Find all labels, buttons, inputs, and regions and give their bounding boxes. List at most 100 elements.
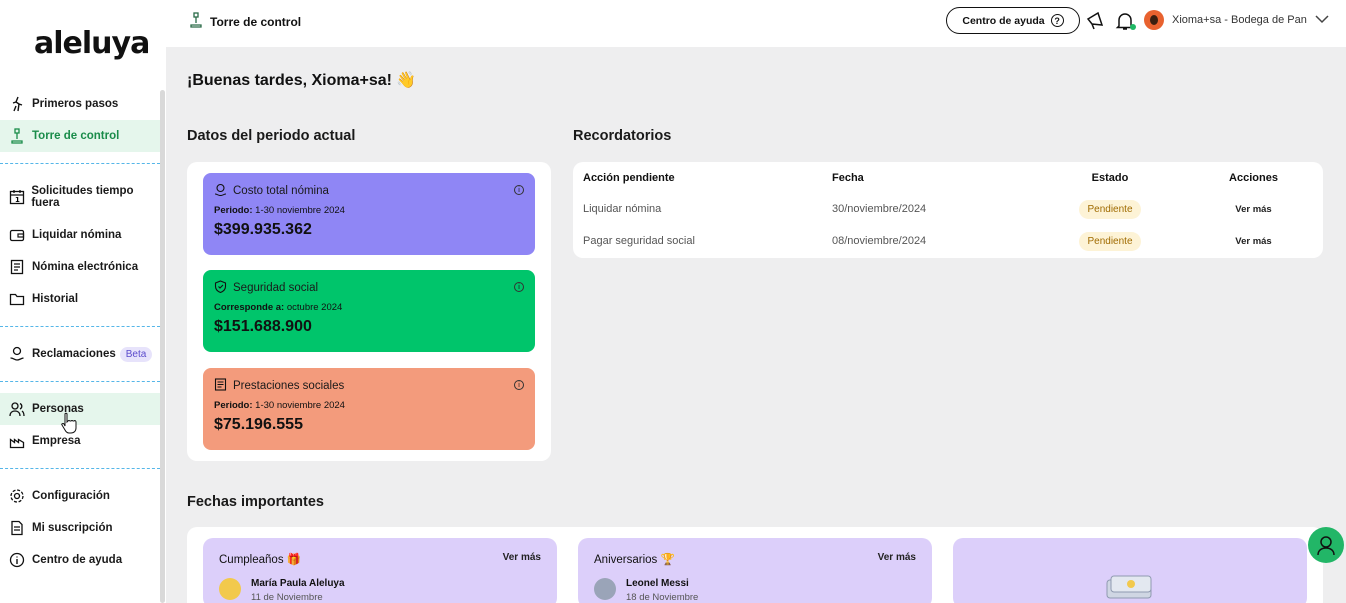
sidebar-item-torre-de-control[interactable]: Torre de control <box>0 120 160 152</box>
megaphone-icon[interactable] <box>1084 9 1108 33</box>
sidebar-item-nomina-electronica[interactable]: Nómina electrónica <box>0 251 160 283</box>
table-row: Pagar seguridad social 08/noviembre/2024… <box>573 225 1323 257</box>
sidebar-item-solicitudes[interactable]: 1 Solicitudes tiempo fuera <box>0 175 160 219</box>
company-name: Xioma+sa - Bodega de Pan <box>1172 14 1307 26</box>
calendar-icon: 1 <box>8 188 25 206</box>
sidebar-item-label: Primeros pasos <box>32 98 119 110</box>
kpi-subtitle: Periodo: 1-30 noviembre 2024 <box>214 205 524 216</box>
kpi-sub-value: 1-30 noviembre 2024 <box>252 400 345 411</box>
avatar <box>219 578 241 600</box>
period-card: Costo total nómina i Periodo: 1-30 novie… <box>187 162 551 461</box>
kpi-title: Seguridad social <box>233 282 319 294</box>
ver-mas-link[interactable]: Ver más <box>878 552 916 566</box>
cell-status: Pendiente <box>1036 193 1174 225</box>
steps-icon <box>8 95 26 113</box>
sidebar-nav: Primeros pasos Torre de control 1 Solici… <box>0 88 160 576</box>
cell-date: 30/noviembre/2024 <box>832 203 927 215</box>
info-icon[interactable]: i <box>514 380 524 390</box>
cell-action: Liquidar nómina <box>583 203 662 215</box>
control-tower-icon <box>188 12 204 31</box>
sidebar-item-mi-suscripcion[interactable]: Mi suscripción <box>0 512 160 544</box>
info-icon[interactable]: i <box>514 185 524 195</box>
kpi-sub-label: Periodo: <box>214 205 253 216</box>
aleluya-logo[interactable]: aleluya <box>34 26 150 61</box>
help-center-label: Centro de ayuda <box>962 14 1045 27</box>
cell-actions: Ver más <box>1174 193 1323 225</box>
column-header: Fecha <box>832 171 864 184</box>
receipt-icon <box>214 378 227 394</box>
person-date: 18 de Noviembre <box>626 592 699 603</box>
person-name: María Paula Aleluya <box>251 578 345 589</box>
document-icon <box>8 519 26 537</box>
table-row: Liquidar nómina 30/noviembre/2024 Pendie… <box>573 193 1323 225</box>
cell-action: Pagar seguridad social <box>583 235 695 247</box>
sidebar-divider <box>0 468 160 469</box>
wallet-icon <box>8 226 26 244</box>
kpi-sub-value: octubre 2024 <box>284 302 343 313</box>
info-icon <box>8 551 26 569</box>
svg-text:1: 1 <box>15 196 20 204</box>
cell-date: 08/noviembre/2024 <box>832 235 927 247</box>
cell-actions: Ver más <box>1174 225 1323 257</box>
sidebar-item-reclamaciones[interactable]: Reclamaciones Beta <box>0 338 160 370</box>
column-header: Acciones <box>1229 171 1278 184</box>
hand-cursor-icon <box>61 412 77 434</box>
control-tower-icon <box>8 127 26 145</box>
avatar <box>594 578 616 600</box>
sidebar-item-label: Liquidar nómina <box>32 229 122 241</box>
ver-mas-link[interactable]: Ver más <box>1235 204 1271 215</box>
question-icon: ? <box>1050 14 1064 27</box>
sidebar-item-label: Mi suscripción <box>32 522 113 534</box>
sidebar-item-personas[interactable]: Personas <box>0 393 160 425</box>
column-header: Acción pendiente <box>583 171 675 184</box>
kpi-subtitle: Periodo: 1-30 noviembre 2024 <box>214 400 524 411</box>
ver-mas-link[interactable]: Ver más <box>1235 236 1271 247</box>
info-icon[interactable]: i <box>514 282 524 292</box>
kpi-costo-nomina[interactable]: Costo total nómina i Periodo: 1-30 novie… <box>203 173 535 255</box>
kpi-sub-label: Corresponde a: <box>214 302 285 313</box>
birthdays-title: Cumpleaños 🎁 <box>219 554 302 566</box>
reminders-table: Acción pendiente Fecha Estado Acciones L… <box>573 162 1323 257</box>
breadcrumb-label: Torre de control <box>210 14 302 29</box>
shield-icon <box>214 280 227 296</box>
money-icon <box>214 183 227 199</box>
illustration-card <box>953 538 1307 603</box>
greeting: ¡Buenas tardes, Xioma+sa! 👋 <box>187 72 417 89</box>
sidebar-item-liquidar-nomina[interactable]: Liquidar nómina <box>0 219 160 251</box>
dates-section-title: Fechas importantes <box>187 494 324 510</box>
help-center-button[interactable]: Centro de ayuda ? <box>946 7 1080 34</box>
table-header-row: Acción pendiente Fecha Estado Acciones <box>573 162 1323 193</box>
ver-mas-link[interactable]: Ver más <box>503 552 541 566</box>
sidebar-item-label: Historial <box>32 293 79 305</box>
period-section-title: Datos del periodo actual <box>187 128 356 144</box>
company-selector[interactable]: Xioma+sa - Bodega de Pan <box>1144 10 1329 30</box>
money-stack-icon <box>1106 575 1152 599</box>
sidebar-item-historial[interactable]: Historial <box>0 283 160 315</box>
topbar: Torre de control Centro de ayuda ? Xioma… <box>166 0 1346 47</box>
sidebar-scrollbar[interactable] <box>160 90 165 603</box>
chevron-down-icon <box>1315 14 1329 27</box>
sidebar-item-configuracion[interactable]: Configuración <box>0 480 160 512</box>
support-avatar-button[interactable] <box>1308 527 1344 563</box>
kpi-prestaciones-sociales[interactable]: Prestaciones sociales i Periodo: 1-30 no… <box>203 368 535 450</box>
sidebar-item-label: Centro de ayuda <box>32 554 123 566</box>
anniversaries-card: Aniversarios 🏆 Ver más Leonel Messi 18 de … <box>578 538 932 603</box>
sidebar-item-empresa[interactable]: Empresa <box>0 425 160 457</box>
kpi-title: Prestaciones sociales <box>233 380 345 392</box>
kpi-sub-value: 1-30 noviembre 2024 <box>252 205 345 216</box>
sidebar-item-centro-de-ayuda[interactable]: Centro de ayuda <box>0 544 160 576</box>
sidebar-item-label: Configuración <box>32 490 110 502</box>
bell-icon[interactable] <box>1113 9 1137 33</box>
folder-icon <box>8 290 26 308</box>
column-header: Estado <box>1091 171 1129 184</box>
main-content: ¡Buenas tardes, Xioma+sa! 👋 Datos del pe… <box>166 47 1346 603</box>
claims-icon <box>8 345 26 363</box>
beta-badge: Beta <box>119 346 153 362</box>
notification-dot <box>1130 24 1136 30</box>
status-badge: Pendiente <box>1079 231 1141 251</box>
kpi-amount: $151.688.900 <box>214 318 312 335</box>
kpi-sub-label: Periodo: <box>214 400 253 411</box>
sidebar-item-primeros-pasos[interactable]: Primeros pasos <box>0 88 160 120</box>
list-item: María Paula Aleluya 11 de Noviembre <box>219 578 541 603</box>
kpi-seguridad-social[interactable]: Seguridad social i Corresponde a: octubr… <box>203 270 535 352</box>
